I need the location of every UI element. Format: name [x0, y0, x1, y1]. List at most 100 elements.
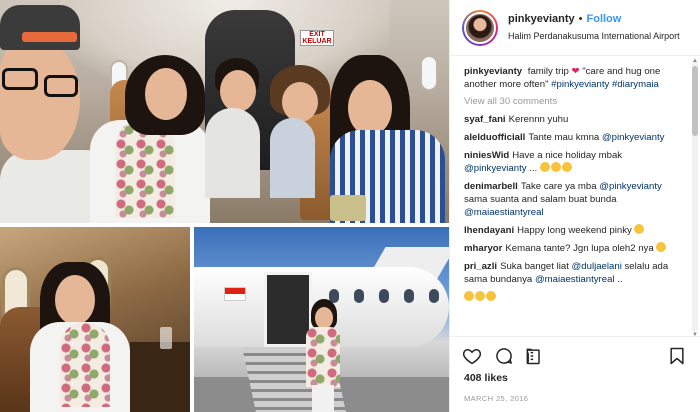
- comment-text: Suka banget liat: [500, 261, 572, 272]
- caption-text: family trip: [527, 66, 569, 77]
- comment-text: Have a nice holiday mbak: [512, 150, 623, 161]
- likes-number: 408: [464, 372, 482, 384]
- share-plane-icon[interactable]: [524, 346, 544, 366]
- caption-username[interactable]: pinkyevianty: [464, 66, 522, 77]
- post-photo-collage[interactable]: EXIT KELUAR: [0, 0, 449, 412]
- follow-button[interactable]: Follow: [587, 13, 622, 25]
- instagram-post-window: EXIT KELUAR pinkyevianty • Follow Halim …: [0, 0, 700, 412]
- smile-emoji-icon: [475, 291, 485, 301]
- comment-username[interactable]: mharyor: [464, 243, 502, 254]
- mention-link[interactable]: @maiaestiantyreal: [535, 274, 615, 285]
- person-man-face: [0, 40, 80, 160]
- comment-item: alelduofficiall Tante mau kmna @pinkyevia…: [464, 131, 685, 144]
- smile-emoji-icon: [550, 162, 561, 172]
- scrollbar-thumb[interactable]: [692, 66, 698, 136]
- post-details-panel: pinkyevianty • Follow Halim Perdanakusuma …: [449, 0, 700, 412]
- mention-link[interactable]: @pinkyevianty: [464, 163, 527, 174]
- seated-woman-scarf: [60, 322, 110, 407]
- smile-emoji-icon: [634, 224, 645, 234]
- comment-username[interactable]: lhendayani: [464, 225, 514, 236]
- person-boy-shirt: [205, 108, 260, 198]
- avatar[interactable]: [464, 12, 496, 44]
- mention-link[interactable]: @duljaelani: [572, 261, 622, 272]
- mention-link[interactable]: @pinkyevianty: [602, 132, 665, 143]
- story-ring[interactable]: [462, 10, 498, 46]
- post-actions-bar: [450, 336, 700, 372]
- caption: pinkyevianty family trip ❤ "care and hug…: [464, 65, 685, 91]
- comment-item: denimarbell Take care ya mba @pinkyeviant…: [464, 180, 685, 219]
- post-date[interactable]: MARCH 25, 2016: [464, 394, 528, 403]
- smile-emoji-icon: [486, 291, 496, 301]
- standing-woman-dress: [306, 327, 340, 387]
- hashtag-link[interactable]: #pinkyevianty: [551, 79, 609, 90]
- comment-item-partial: [464, 291, 685, 304]
- comment-username[interactable]: alelduofficiall: [464, 132, 525, 143]
- comment-suffix: ..: [614, 274, 623, 285]
- side-table: [130, 342, 190, 412]
- smile-emoji-icon: [656, 242, 667, 252]
- comments-list[interactable]: pinkyevianty family trip ❤ "care and hug…: [450, 57, 700, 336]
- comment-item: mharyor Kemana tante? Jgn lupa oleh2 nya: [464, 242, 685, 255]
- cabin-group-photo: EXIT KELUAR: [0, 0, 449, 223]
- indonesia-flag-icon: [224, 287, 246, 301]
- likes-count[interactable]: 408 likes: [464, 372, 508, 384]
- comment-username[interactable]: syaf_fani: [464, 114, 506, 125]
- header-separator: •: [578, 13, 583, 25]
- location-link[interactable]: Halim Perdanakusuma International Airpor…: [508, 31, 680, 41]
- person-man-cap: [0, 5, 80, 50]
- smile-emoji-icon: [464, 291, 474, 301]
- drinking-glass: [160, 327, 172, 349]
- comment-item: lhendayani Happy long weekend pinky: [464, 224, 685, 237]
- header-username[interactable]: pinkyevianty: [508, 13, 575, 25]
- likes-label: likes: [484, 372, 508, 384]
- private-jet-photo: [194, 227, 449, 412]
- jet-window: [429, 289, 439, 303]
- heart-emoji-icon: ❤: [571, 66, 580, 77]
- seated-woman-face: [55, 275, 95, 325]
- comment-text: Happy long weekend pinky: [517, 225, 632, 236]
- comment-username[interactable]: niniesWid: [464, 150, 509, 161]
- mention-link[interactable]: @maiaestiantyreal: [464, 207, 544, 218]
- cap-strap: [22, 32, 77, 42]
- person-man-glasses: [44, 75, 78, 97]
- comment-item: niniesWid Have a nice holiday mbak @pinky…: [464, 149, 685, 175]
- smile-emoji-icon: [539, 162, 550, 172]
- person-curly-shirt: [270, 118, 315, 198]
- person-man-glasses: [2, 68, 38, 90]
- hashtag-link[interactable]: #diarymaia: [612, 79, 659, 90]
- comment-text: Take care ya mba: [520, 181, 597, 192]
- jet-window: [404, 289, 414, 303]
- comment-item: syaf_fani Kerennn yuhu: [464, 113, 685, 126]
- seated-woman-photo: [0, 227, 190, 412]
- comment-username[interactable]: denimarbell: [464, 181, 518, 192]
- comment-username[interactable]: pri_azli: [464, 261, 497, 272]
- comment-text: Kerennn yuhu: [508, 114, 569, 125]
- jet-window: [354, 289, 364, 303]
- comment-suffix: sama suanta and salam buat bunda: [464, 194, 617, 205]
- cabin-window: [420, 55, 438, 91]
- comment-item: pri_azli Suka banget liat @duljaelani sel…: [464, 260, 685, 286]
- person-woman2-face: [348, 80, 392, 136]
- mention-link[interactable]: @pinkyevianty: [599, 181, 662, 192]
- jet-window: [379, 289, 389, 303]
- person-boy-face: [220, 70, 256, 112]
- scroll-up-arrow-icon[interactable]: ▲: [691, 58, 699, 64]
- view-all-comments-link[interactable]: View all 30 comments: [464, 96, 685, 107]
- person-woman-face: [145, 68, 187, 120]
- smile-emoji-icon: [561, 162, 572, 172]
- standing-woman-legs: [312, 385, 334, 412]
- jet-door: [264, 272, 312, 347]
- exit-sign: EXIT KELUAR: [300, 30, 334, 46]
- handbag: [330, 195, 366, 221]
- comment-text: Kemana tante? Jgn lupa oleh2 nya: [505, 243, 654, 254]
- standing-woman-face: [315, 307, 333, 329]
- comments-scrollbar[interactable]: [692, 60, 698, 332]
- header-user-line: pinkyevianty • Follow: [508, 13, 621, 25]
- post-header: pinkyevianty • Follow Halim Perdanakusuma …: [450, 0, 700, 56]
- comment-suffix: ...: [526, 163, 538, 174]
- bookmark-icon[interactable]: [667, 346, 687, 366]
- person-curly-face: [282, 82, 318, 122]
- heart-outline-icon[interactable]: [462, 346, 482, 366]
- comment-bubble-icon[interactable]: [494, 346, 514, 366]
- comment-text: Tante mau kmna: [528, 132, 600, 143]
